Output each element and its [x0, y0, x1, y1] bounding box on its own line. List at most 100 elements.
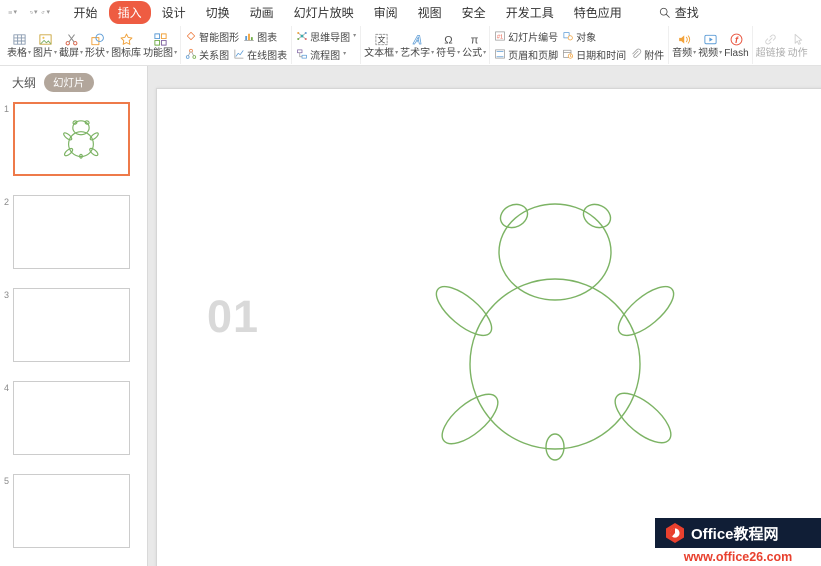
menu-tab-transition[interactable]: 切换	[197, 1, 239, 24]
slide-thumbnail-1[interactable]	[13, 102, 130, 176]
audio-icon	[677, 32, 692, 47]
menu-tab-bar: 开始插入设计切换动画幻灯片放映审阅视图安全开发工具特色应用	[64, 1, 632, 24]
shape-body[interactable]	[470, 279, 640, 449]
ribbon-function-diagram-button[interactable]: 功能图▾	[142, 26, 178, 64]
ribbon-hyperlink-button[interactable]: 超链接	[755, 26, 787, 64]
shape-tail[interactable]	[546, 434, 564, 460]
ribbon-flash-button[interactable]: fFlash	[723, 26, 749, 64]
slide-thumbnail-5[interactable]	[13, 474, 130, 548]
mindmap-icon	[296, 30, 308, 42]
menu-tab-design[interactable]: 设计	[153, 1, 195, 24]
shape-ear-right[interactable]	[580, 200, 615, 232]
ribbon-group: 思维导图▾ 流程图▾	[292, 26, 361, 64]
ribbon-table-button[interactable]: 表格▾	[6, 26, 32, 64]
svg-text:文: 文	[377, 34, 385, 44]
slide-thumbnail-2[interactable]	[13, 195, 130, 269]
menu-tab-animation[interactable]: 动画	[241, 1, 283, 24]
menu-tab-view[interactable]: 视图	[409, 1, 451, 24]
ribbon-datetime-button[interactable]: 日期和时间	[560, 47, 628, 62]
ribbon-group: 智能图形图表关系图在线图表	[181, 26, 292, 64]
menu-tab-home[interactable]: 开始	[65, 1, 107, 24]
dropdown-caret-icon: ▾	[54, 50, 57, 56]
ribbon-picture-button[interactable]: 图片▾	[32, 26, 58, 64]
find-button[interactable]: 查找	[658, 4, 699, 21]
relation-diagram-icon	[185, 48, 197, 60]
ribbon-header-footer-button[interactable]: 页眉和页脚	[492, 47, 560, 62]
dropdown-caret-icon: ▾	[483, 50, 486, 56]
svg-text:A: A	[412, 32, 422, 46]
search-icon	[658, 6, 671, 19]
ribbon-wordart-button[interactable]: A艺术字▾	[399, 26, 435, 64]
ribbon-flowchart-button[interactable]: 流程图▾	[294, 47, 348, 62]
slide-thumbnail-4[interactable]	[13, 381, 130, 455]
dropdown-caret-icon: ▾	[353, 33, 356, 39]
smart-graphic-icon	[185, 30, 197, 42]
dropdown-caret-icon: ▾	[174, 50, 177, 56]
action-icon	[790, 32, 805, 47]
online-chart-icon	[233, 48, 245, 60]
shape-leg-right[interactable]	[607, 385, 678, 452]
ribbon-mindmap-button[interactable]: 思维导图▾	[294, 29, 358, 44]
slide-editor[interactable]: 01	[156, 88, 821, 566]
ribbon-relation-diagram-button[interactable]: 关系图	[183, 47, 231, 62]
ribbon-online-chart-button[interactable]: 在线图表	[231, 47, 289, 62]
table-icon	[12, 32, 27, 47]
main-area: 大纲幻灯片 12345 01 Office教程网 www.office26.co…	[0, 66, 821, 566]
slide-number-label: 4	[0, 381, 13, 455]
ribbon-video-button[interactable]: 视频▾	[697, 26, 723, 64]
find-label: 查找	[675, 4, 699, 21]
shape-body[interactable]	[69, 132, 94, 157]
menu-tab-dev-tools[interactable]: 开发工具	[497, 1, 563, 24]
ribbon-shapes-button[interactable]: 形状▾	[84, 26, 110, 64]
shape-leg-left[interactable]	[434, 386, 505, 453]
ribbon-formula-button[interactable]: π公式▾	[461, 26, 487, 64]
wordart-icon: A	[410, 32, 425, 47]
ribbon-group: 表格▾图片▾截屏▾形状▾图标库功能图▾	[4, 26, 181, 64]
svg-text:π: π	[470, 34, 478, 46]
shape-leg-right[interactable]	[89, 147, 99, 157]
ribbon-textbox-button[interactable]: 文文本框▾	[363, 26, 399, 64]
svg-text:#1: #1	[497, 34, 503, 40]
ribbon-slide-number-button[interactable]: #1幻灯片编号	[492, 29, 560, 44]
dropdown-caret-icon: ▾	[343, 51, 346, 57]
menu-tab-review[interactable]: 审阅	[365, 1, 407, 24]
symbol-icon: Ω	[441, 32, 456, 47]
thumbnail-row: 1	[0, 102, 147, 176]
dropdown-caret-icon: ▾	[80, 50, 83, 56]
menu-tab-insert[interactable]: 插入	[109, 1, 151, 24]
app-menu-icon	[8, 10, 13, 15]
ribbon-object-button[interactable]: 对象	[560, 29, 598, 44]
redo-button[interactable]: ▾	[41, 9, 46, 16]
menu-tab-slideshow[interactable]: 幻灯片放映	[285, 1, 363, 24]
bear-drawing	[157, 89, 821, 566]
ribbon-smart-graphic-button[interactable]: 智能图形	[183, 29, 241, 44]
ribbon-attachment-button[interactable]: 附件	[628, 47, 666, 62]
shape-leg-left[interactable]	[63, 147, 73, 157]
picture-icon	[38, 32, 53, 47]
panel-tab-outline[interactable]: 大纲	[12, 74, 36, 91]
screenshot-icon	[64, 32, 79, 47]
ribbon-group: 文文本框▾A艺术字▾Ω符号▾π公式▾	[361, 26, 490, 64]
ribbon-screenshot-button[interactable]: 截屏▾	[58, 26, 84, 64]
panel-tab-slides[interactable]: 幻灯片	[44, 73, 94, 92]
thumbnail-row: 4	[0, 381, 147, 455]
menu-tab-security[interactable]: 安全	[453, 1, 495, 24]
ribbon-action-button[interactable]: 动作	[787, 26, 809, 64]
ribbon-chart-button[interactable]: 图表	[241, 29, 279, 44]
shape-head[interactable]	[499, 204, 611, 300]
object-icon	[562, 30, 574, 42]
hyperlink-icon	[763, 32, 778, 47]
dropdown-caret-icon: ▾	[34, 9, 38, 16]
ribbon-symbol-button[interactable]: Ω符号▾	[435, 26, 461, 64]
watermark-title: Office教程网	[691, 523, 779, 544]
dropdown-caret-icon: ▾	[693, 50, 696, 56]
ribbon-audio-button[interactable]: 音频▾	[671, 26, 697, 64]
menu-tab-special-apps[interactable]: 特色应用	[565, 1, 631, 24]
editing-canvas[interactable]: 01 Office教程网 www.office26.com	[148, 66, 821, 566]
ribbon-icon-library-button[interactable]: 图标库	[110, 26, 142, 64]
app-menu-button[interactable]: ▾	[8, 9, 13, 16]
ribbon-group: 音频▾视频▾fFlash	[669, 26, 752, 64]
slide-thumbnail-3[interactable]	[13, 288, 130, 362]
undo-button[interactable]: ▾	[29, 9, 34, 16]
shape-ear-left[interactable]	[497, 200, 532, 232]
